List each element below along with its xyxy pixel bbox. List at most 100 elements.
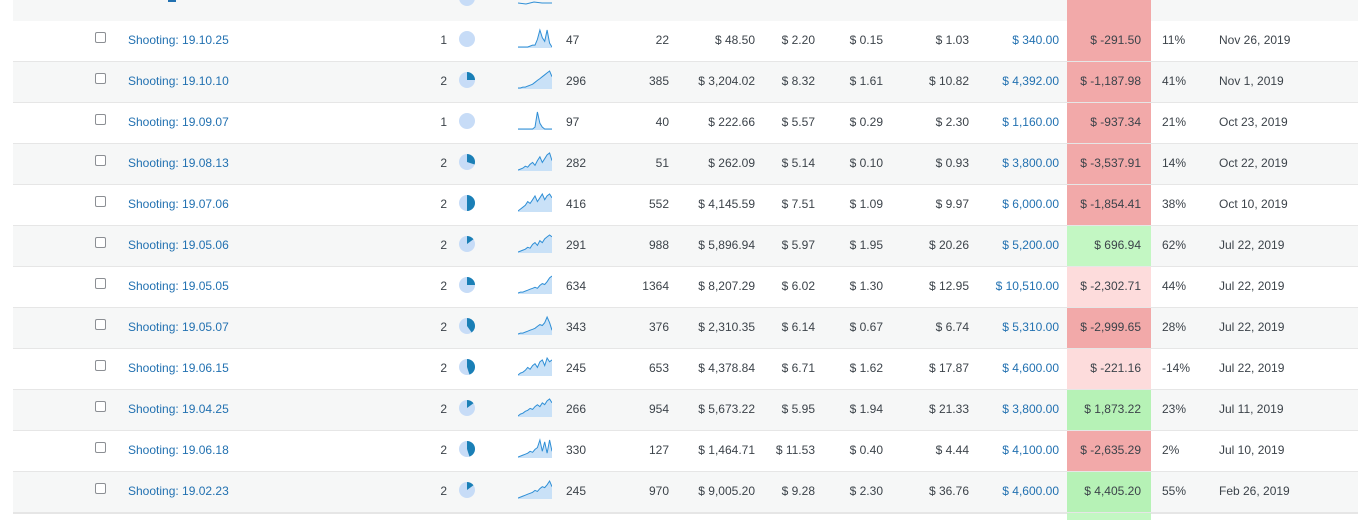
- shooting-name-link[interactable]: Shooting: 19.05.07: [128, 308, 229, 348]
- per-unit-value: $ 0.10: [849, 156, 883, 170]
- profit-value: $ 4,405.20: [1084, 484, 1141, 498]
- col-a-value: 245: [566, 484, 587, 498]
- cost-link[interactable]: $ 4,600.00: [973, 349, 1059, 389]
- date-value: Oct 10, 2019: [1219, 197, 1288, 211]
- col-b-value: 385: [648, 74, 669, 88]
- cost-link[interactable]: $ 10,510.00: [973, 267, 1059, 307]
- shooting-name-link[interactable]: Shooting: 19.07.06: [128, 185, 229, 225]
- profit-cell: $ -1,187.98: [1067, 62, 1151, 102]
- pie-chart-icon: [459, 72, 475, 88]
- percent-value: 14%: [1162, 156, 1187, 170]
- shooting-name-link[interactable]: Shooting: 19.10.25: [128, 21, 229, 61]
- shooting-name-link[interactable]: Shooting: 19.10.10: [128, 62, 229, 102]
- per-unit-value: $ 1.61: [849, 74, 883, 88]
- revenue-value: $ 4,145.59: [698, 197, 755, 211]
- shooting-name-link[interactable]: Shooting: 19.09.07: [128, 103, 229, 143]
- sparkline-chart: [518, 234, 552, 253]
- sparkline-chart: [518, 398, 552, 417]
- col-a-value: 245: [566, 361, 587, 375]
- shooting-name-link[interactable]: Shooting: 19.08.13: [128, 144, 229, 184]
- cost-link[interactable]: $ 6,000.00: [973, 185, 1059, 225]
- per-item-value: $ 21.33: [928, 402, 969, 416]
- sparkline-chart: [518, 152, 552, 171]
- sparkline-chart: [518, 111, 552, 130]
- row-select-checkbox[interactable]: [95, 319, 106, 330]
- shooting-name-link[interactable]: Shooting: 19.02.23: [128, 472, 229, 512]
- revenue-value: $ 8,207.29: [698, 279, 755, 293]
- revenue-value: $ 48.50: [714, 33, 755, 47]
- pie-chart-icon: [459, 154, 475, 170]
- pie-chart-icon: [459, 113, 475, 129]
- avg-value: $ 2.20: [781, 33, 815, 47]
- cost-link[interactable]: $ 3,800.00: [973, 144, 1059, 184]
- row-select-checkbox[interactable]: [95, 32, 106, 43]
- date-value: Nov 26, 2019: [1219, 33, 1291, 47]
- profit-cell: $ -291.50: [1067, 21, 1151, 61]
- profit-cell: $ -221.16: [1067, 349, 1151, 389]
- shooting-name-link[interactable]: Shooting: 19.05.05: [128, 267, 229, 307]
- pie-slice: [467, 277, 475, 285]
- col-a-value: 291: [566, 238, 587, 252]
- sparkline-chart: [518, 438, 552, 458]
- profit-value: $ -2,999.65: [1080, 320, 1141, 334]
- col-b-value: 988: [648, 238, 669, 252]
- percent-value: 38%: [1162, 197, 1187, 211]
- cost-link[interactable]: $ 1,160.00: [973, 103, 1059, 143]
- table-row: Shooting: 19.06.18 2 330 127 $ 1,464.71 …: [13, 431, 1358, 472]
- cost-link[interactable]: $ 4,600.00: [973, 472, 1059, 512]
- percent-value: -14%: [1162, 361, 1191, 375]
- profit-cell: $ -2,999.65: [1067, 308, 1151, 348]
- cost-link[interactable]: $ 3,800.00: [973, 390, 1059, 430]
- table-row: Shooting: 19.02.23 2 245 970 $ 9,005.20 …: [13, 472, 1358, 513]
- cost-link[interactable]: $ 4,392.00: [973, 62, 1059, 102]
- table-row: Shooting: 19.04.25 2 266 954 $ 5,673.22 …: [13, 390, 1358, 431]
- row-select-checkbox[interactable]: [95, 360, 106, 371]
- row-select-checkbox[interactable]: [95, 401, 106, 412]
- col-a-value: 634: [566, 279, 587, 293]
- table-row: Shooting: 19.07.06 2 416 552 $ 4,145.59 …: [13, 185, 1358, 226]
- row-select-checkbox[interactable]: [95, 237, 106, 248]
- col-a-value: 296: [566, 74, 587, 88]
- sparkline-chart: [518, 479, 552, 499]
- avg-value: $ 5.14: [781, 156, 815, 170]
- row-select-checkbox[interactable]: [95, 196, 106, 207]
- shooting-name-link[interactable]: Shooting: 19.04.25: [128, 390, 229, 430]
- shooting-name-link[interactable]: Shooting: 19.05.06: [128, 226, 229, 266]
- partial-row-link[interactable]: [168, 0, 176, 2]
- row-select-checkbox[interactable]: [95, 483, 106, 494]
- cost-link[interactable]: $ 340.00: [973, 21, 1059, 61]
- col-a-value: 343: [566, 320, 587, 334]
- col-b-value: 653: [648, 361, 669, 375]
- cost-link[interactable]: $ 5,200.00: [973, 226, 1059, 266]
- date-value: Jul 10, 2019: [1219, 443, 1285, 457]
- table-row: Shooting: 19.10.25 1 47 22 $ 48.50 $ 2.2…: [13, 21, 1358, 62]
- row-select-checkbox[interactable]: [95, 73, 106, 84]
- avg-value: $ 6.02: [781, 279, 815, 293]
- session-count: 1: [440, 33, 447, 47]
- shooting-name-link[interactable]: Shooting: 19.06.15: [128, 349, 229, 389]
- col-b-value: 1364: [642, 279, 669, 293]
- sparkline-chart: [518, 275, 552, 294]
- partial-table-row: [13, 0, 1358, 22]
- partial-row-profit-cell: [1067, 0, 1151, 21]
- row-select-checkbox[interactable]: [95, 114, 106, 125]
- session-count: 2: [440, 156, 447, 170]
- pie-chart-icon: [459, 236, 475, 252]
- per-item-value: $ 1.03: [935, 33, 969, 47]
- pie-chart-icon: [459, 359, 475, 375]
- sparkline-area: [518, 317, 552, 335]
- sparkline-chart: [518, 356, 552, 376]
- per-unit-value: $ 1.09: [849, 197, 883, 211]
- row-select-checkbox[interactable]: [95, 155, 106, 166]
- shooting-name-link[interactable]: Shooting: 19.06.18: [128, 431, 229, 471]
- cost-link[interactable]: $ 5,310.00: [973, 308, 1059, 348]
- cost-link[interactable]: $ 4,100.00: [973, 431, 1059, 471]
- session-count: 2: [440, 238, 447, 252]
- table-row: Shooting: 19.05.07 2 343 376 $ 2,310.35 …: [13, 308, 1358, 349]
- row-select-checkbox[interactable]: [95, 278, 106, 289]
- table-divider: [13, 513, 1358, 514]
- row-select-checkbox[interactable]: [95, 442, 106, 453]
- table-body: Shooting: 19.10.25 1 47 22 $ 48.50 $ 2.2…: [13, 21, 1358, 513]
- profit-cell: $ 1,873.22: [1067, 390, 1151, 430]
- col-a-value: 416: [566, 197, 587, 211]
